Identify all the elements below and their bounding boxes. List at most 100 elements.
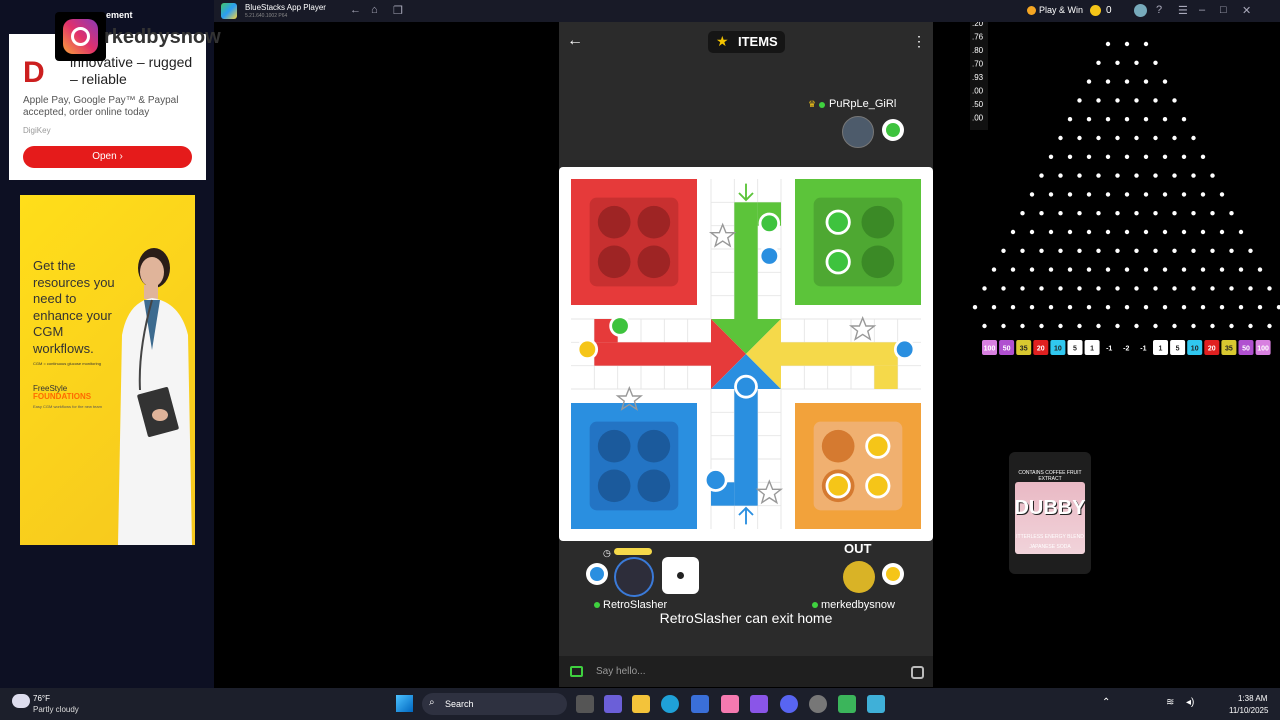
ad-open-button[interactable]: Open › (23, 146, 192, 168)
plinko-slot: 5 (1170, 340, 1186, 355)
plinko-peg (1172, 248, 1177, 253)
bluestacks-taskbar-icon[interactable] (838, 695, 856, 713)
plinko-slot-label: 10 (1191, 346, 1199, 353)
plinko-peg (1115, 211, 1120, 216)
app-icon-grey[interactable] (809, 695, 827, 713)
chat-input[interactable]: Say hello... (596, 666, 645, 677)
chat-icon[interactable] (570, 666, 583, 677)
speaker-icon[interactable]: ◂) (1186, 697, 1194, 708)
store-icon[interactable] (691, 695, 709, 713)
plinko-slot: 35 (1221, 340, 1237, 355)
plinko-peg (1238, 267, 1244, 272)
task-view-icon[interactable] (576, 695, 594, 713)
search-icon: ⌕ (429, 697, 435, 708)
plinko-peg (1124, 117, 1130, 122)
teams-icon[interactable] (604, 695, 622, 713)
plinko-peg (1191, 135, 1196, 141)
back-icon[interactable]: ← (350, 4, 361, 16)
yellow-token-indicator (882, 563, 904, 585)
file-explorer-icon[interactable] (632, 695, 650, 713)
play-win-button[interactable]: Play & Win (1039, 5, 1083, 15)
plinko-peg (1200, 305, 1206, 310)
restore-icon[interactable]: □ (1220, 4, 1227, 16)
dice-pip (677, 572, 684, 579)
plinko-peg (1124, 267, 1130, 272)
plinko-slot-label: -1 (1140, 346, 1146, 353)
multi-instance-icon[interactable]: ❐ (393, 4, 403, 17)
ad-body: Apple Pay, Google Pay™ & Paypal accepted… (23, 95, 179, 118)
plinko-peg (1001, 248, 1006, 253)
plinko-peg (1210, 286, 1215, 291)
temperature[interactable]: 76°F (33, 694, 50, 703)
plinko-peg (1172, 323, 1177, 329)
menu-icon[interactable]: ☰ (1178, 4, 1188, 17)
online-dot (594, 602, 600, 608)
weather-icon[interactable] (12, 694, 30, 708)
plinko-peg (1020, 323, 1025, 329)
plinko-peg (1172, 286, 1177, 291)
plinko-peg (1077, 286, 1082, 291)
clock-time[interactable]: 1:38 AM (1238, 694, 1267, 703)
plinko-peg (1058, 135, 1063, 141)
plinko-peg (1124, 192, 1130, 197)
plinko-peg (1048, 305, 1054, 310)
plinko-peg (1238, 229, 1244, 235)
copilot-icon[interactable] (750, 695, 768, 713)
plinko-peg (1219, 305, 1225, 310)
more-options-icon[interactable]: ⋮ (912, 33, 926, 50)
plinko-peg (1143, 305, 1149, 310)
plinko-peg (1238, 305, 1244, 310)
plinko-peg (1124, 229, 1130, 235)
start-icon[interactable] (396, 695, 413, 712)
plinko-slot: 5 (1067, 340, 1083, 355)
out-label: OUT (844, 541, 872, 556)
discord-icon[interactable] (780, 695, 798, 713)
plinko-peg (1058, 211, 1063, 216)
plinko-peg (1077, 211, 1082, 216)
dice-button[interactable] (662, 557, 699, 594)
plinko-peg (1162, 117, 1168, 122)
cgm-ad[interactable]: Get the resources you need to enhance yo… (20, 195, 195, 545)
back-arrow-icon[interactable]: ← (567, 32, 583, 50)
plinko-slot-label: 5 (1176, 346, 1180, 353)
sticker-icon[interactable] (911, 666, 924, 679)
close-icon[interactable]: ✕ (1242, 4, 1251, 17)
plinko-peg (1134, 98, 1139, 103)
plinko-peg (1181, 267, 1187, 272)
minimize-icon[interactable]: – (1199, 4, 1205, 16)
chevron-up-icon[interactable]: ⌃ (1102, 697, 1110, 708)
plinko-peg (1058, 173, 1063, 178)
plinko-peg (1067, 229, 1073, 235)
plinko-peg (1048, 267, 1054, 272)
plinko-peg (1210, 211, 1215, 216)
help-icon[interactable]: ? (1156, 4, 1162, 16)
edge-icon[interactable] (661, 695, 679, 713)
instagram-icon[interactable] (55, 12, 106, 61)
multiplier-value: .00 (972, 114, 984, 123)
ludo-board[interactable] (571, 179, 921, 529)
multiplier-value: .20 (972, 22, 984, 28)
plinko-peg (1029, 267, 1035, 272)
plinko-peg (1229, 248, 1234, 253)
notepad-icon[interactable] (867, 695, 885, 713)
plinko-peg (1077, 135, 1082, 141)
plinko-peg (1172, 211, 1177, 216)
plinko-peg (1172, 98, 1177, 103)
wifi-icon[interactable]: ≋ (1166, 697, 1174, 708)
home-icon[interactable]: ⌂ (371, 4, 378, 16)
avatar-icon[interactable] (1134, 4, 1147, 17)
plinko-slot-label: 50 (1003, 346, 1011, 353)
plinko-peg (1143, 154, 1149, 159)
plinko-peg (1086, 267, 1092, 272)
plinko-slot: 20 (1033, 340, 1049, 355)
taskbar-search[interactable] (422, 693, 567, 715)
app-icon-pink[interactable] (721, 695, 739, 713)
multiplier-value: .50 (972, 100, 984, 109)
clock-date[interactable]: 11/10/2025 (1229, 706, 1268, 715)
plinko-peg (1210, 323, 1215, 329)
plinko-peg (1086, 154, 1092, 159)
plinko-peg (1124, 154, 1130, 159)
digikey-ad[interactable]: D innovative – rugged – reliable Apple P… (9, 34, 206, 180)
plinko-peg (1219, 267, 1225, 272)
plinko-peg (1162, 229, 1168, 235)
